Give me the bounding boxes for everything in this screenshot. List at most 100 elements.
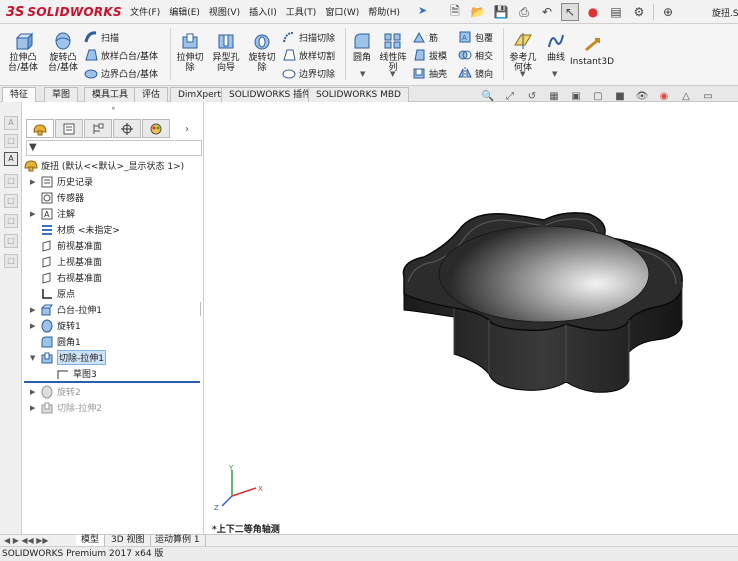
shell-button[interactable]: 抽壳 [412, 64, 447, 82]
apply-scene-icon[interactable]: △ [678, 89, 694, 103]
strip-tool-icon[interactable]: □ [4, 254, 18, 268]
strip-tool-icon[interactable]: □ [4, 214, 18, 228]
view-orientation-icon[interactable]: ▢ [590, 89, 606, 103]
pin-icon[interactable]: ➤ [418, 4, 427, 17]
wrap-button[interactable]: A 包覆 [458, 28, 493, 46]
expand-arrow-icon[interactable]: ▶ [30, 404, 40, 412]
menu-insert[interactable]: 插入(I) [249, 5, 277, 18]
tree-item-history[interactable]: ▶ 历史记录 [30, 174, 93, 189]
strip-tool-icon[interactable]: □ [4, 234, 18, 248]
menu-file[interactable]: 文件(F) [130, 5, 160, 18]
knob-model[interactable] [394, 202, 694, 402]
save-icon[interactable]: 💾 [492, 3, 510, 21]
curves-button[interactable]: 曲线 [542, 30, 570, 63]
tree-root-part[interactable]: 旋扭 (默认<<默认>_显示状态 1>) [24, 158, 184, 173]
edit-appearance-icon[interactable]: ◉ [656, 89, 672, 103]
tab-scroll-arrows-icon[interactable]: ◀ ▶ ◀◀ ▶▶ [4, 536, 49, 545]
hole-wizard-button[interactable]: 异型孔 向导 [208, 30, 244, 73]
hide-show-items-icon[interactable]: 👁 [634, 89, 650, 103]
revolve-cut-button[interactable]: 旋转切 除 [245, 30, 279, 73]
menu-view[interactable]: 视图(V) [209, 5, 240, 18]
instant3d-button[interactable]: Instant3D [570, 34, 614, 67]
strip-annotation-icon[interactable]: A [4, 152, 18, 166]
strip-tool-icon[interactable]: □ [4, 134, 18, 148]
expand-arrow-icon[interactable]: ▶ [30, 178, 40, 186]
rebuild-pin-icon[interactable]: ⊕ [659, 3, 677, 21]
configuration-manager-tab-icon[interactable] [84, 119, 112, 138]
pattern-dropdown-arrow[interactable]: ▼ [390, 70, 395, 78]
zoom-to-fit-icon[interactable]: 🔍 [480, 89, 496, 103]
curves-dropdown-arrow[interactable]: ▼ [552, 70, 557, 78]
extrude-boss-button[interactable]: 拉伸凸 台/基体 [4, 30, 42, 73]
strip-tool-icon[interactable]: A [4, 116, 18, 130]
tab-solidworks-mbd[interactable]: SOLIDWORKS MBD [308, 87, 409, 102]
mirror-button[interactable]: 镜向 [458, 64, 493, 82]
tree-item-top-plane[interactable]: 上视基准面 [30, 254, 102, 269]
swept-cut-button[interactable]: 扫描切除 [282, 28, 335, 46]
boundary-boss-button[interactable]: 边界凸台/基体 [84, 64, 158, 82]
menu-tools[interactable]: 工具(T) [286, 5, 317, 18]
boundary-cut-button[interactable]: 边界切除 [282, 64, 335, 82]
tree-item-boss-extrude1[interactable]: ▶ 凸台-拉伸1 [30, 302, 102, 317]
tree-item-front-plane[interactable]: 前视基准面 [30, 238, 102, 253]
intersect-button[interactable]: 相交 [458, 46, 493, 64]
previous-view-icon[interactable]: ↺ [524, 89, 540, 103]
tree-item-cut-extrude1[interactable]: ▼ 切除-拉伸1 [30, 350, 106, 365]
zoom-to-area-icon[interactable]: ⤢ [502, 89, 518, 103]
graphics-area[interactable]: Y X Z *上下二等角轴测 [204, 102, 738, 545]
view-settings-icon[interactable]: ▭ [700, 89, 716, 103]
strip-tool-icon[interactable]: □ [4, 174, 18, 188]
file-properties-icon[interactable]: ▤ [607, 3, 625, 21]
section-view-icon[interactable]: ▦ [546, 89, 562, 103]
menu-window[interactable]: 窗口(W) [325, 5, 359, 18]
tree-item-annotations[interactable]: ▶ A 注解 [30, 206, 75, 221]
new-document-icon[interactable]: 🗎 [446, 3, 464, 21]
menu-edit[interactable]: 编辑(E) [169, 5, 200, 18]
ref-geometry-dropdown-arrow[interactable]: ▼ [520, 70, 525, 78]
fillet-dropdown-arrow[interactable]: ▼ [360, 70, 365, 78]
tree-item-revolve1[interactable]: ▶ 旋转1 [30, 318, 81, 333]
tree-item-origin[interactable]: 原点 [30, 286, 75, 301]
tab-solidworks-addins[interactable]: SOLIDWORKS 插件 [221, 87, 320, 102]
reference-geometry-button[interactable]: 参考几 何体 [506, 30, 540, 73]
expand-arrow-icon[interactable]: ▶ [30, 210, 40, 218]
sweep-button[interactable]: 扫描 [84, 28, 119, 46]
tree-item-right-plane[interactable]: 右视基准面 [30, 270, 102, 285]
panel-tabs-next-icon[interactable]: › [171, 119, 189, 139]
tree-item-revolve2[interactable]: ▶ 旋转2 [30, 384, 81, 399]
feature-manager-tab-icon[interactable] [26, 119, 54, 138]
dynamic-annotation-icon[interactable]: ▣ [568, 89, 584, 103]
fillet-button[interactable]: 圆角 [348, 30, 376, 63]
tree-item-material[interactable]: 材质 <未指定> [30, 222, 120, 237]
lofted-cut-button[interactable]: 放样切割 [282, 46, 335, 64]
tab-evaluate[interactable]: 评估 [134, 87, 169, 102]
rollback-bar[interactable] [24, 381, 200, 383]
expand-arrow-icon[interactable]: ▶ [30, 388, 40, 396]
traffic-light-icon[interactable]: ● [584, 3, 602, 21]
tab-sketch[interactable]: 草图 [44, 87, 79, 102]
select-arrow-icon[interactable]: ↖ [561, 3, 579, 21]
print-icon[interactable]: ⎙ [515, 3, 533, 21]
reference-triad[interactable]: Y X Z [212, 464, 272, 512]
tree-item-sketch3[interactable]: 草图3 [56, 366, 97, 381]
extrude-cut-button[interactable]: 拉伸切 除 [173, 30, 207, 73]
draft-button[interactable]: 拔模 [412, 46, 447, 64]
display-style-icon[interactable]: ■ [612, 89, 628, 103]
options-gear-icon[interactable]: ⚙ [630, 3, 648, 21]
expand-arrow-icon[interactable]: ▶ [30, 306, 40, 314]
open-folder-icon[interactable]: 📂 [469, 3, 487, 21]
menu-help[interactable]: 帮助(H) [368, 5, 400, 18]
linear-pattern-button[interactable]: 线性阵 列 [376, 30, 410, 73]
feature-filter-input[interactable]: ▼ [26, 140, 202, 156]
tab-mold-tools[interactable]: 模具工具 [84, 87, 137, 102]
rib-button[interactable]: 筋 [412, 28, 438, 46]
tree-item-fillet1[interactable]: 圆角1 [30, 334, 81, 349]
property-manager-tab-icon[interactable] [55, 119, 83, 138]
loft-button[interactable]: 放样凸台/基体 [84, 46, 158, 64]
revolve-boss-button[interactable]: 旋转凸 台/基体 [44, 30, 82, 73]
panel-collapse-handle-icon[interactable]: ⚬ [110, 104, 117, 113]
tree-item-cut-extrude2[interactable]: ▶ 切除-拉伸2 [30, 400, 102, 415]
dimxpert-manager-tab-icon[interactable] [113, 119, 141, 138]
collapse-arrow-icon[interactable]: ▼ [30, 354, 40, 362]
solidworks-logo[interactable]: 3S SOLIDWORKS [6, 4, 122, 20]
